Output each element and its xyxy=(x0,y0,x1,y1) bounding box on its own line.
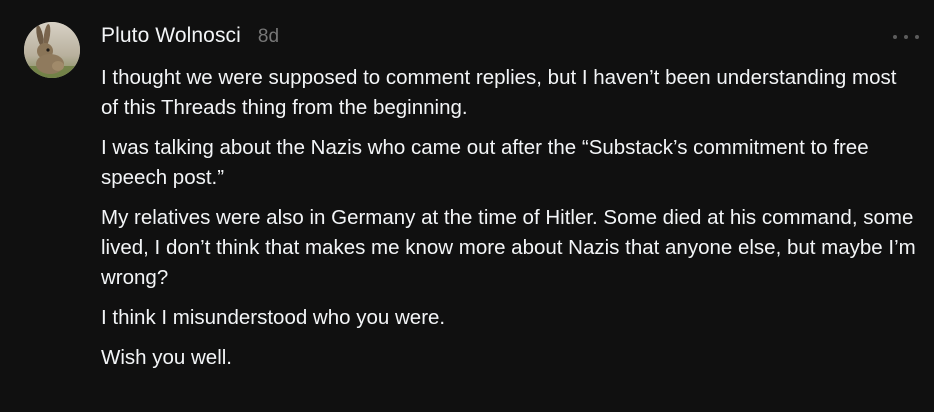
comment-paragraph: I thought we were supposed to comment re… xyxy=(101,66,897,119)
more-horizontal-icon xyxy=(904,35,908,39)
more-horizontal-icon xyxy=(915,35,919,39)
comment-paragraph: I was talking about the Nazis who came o… xyxy=(101,136,869,189)
more-horizontal-icon xyxy=(893,35,897,39)
comment-header: Pluto Wolnosci 8d xyxy=(101,24,279,56)
avatar[interactable] xyxy=(24,22,80,78)
comment-paragraph: Wish you well. xyxy=(101,346,233,369)
hare-photo-avatar-icon xyxy=(24,22,80,78)
timestamp[interactable]: 8d xyxy=(258,26,279,48)
comment-paragraph: I think I misunderstood who you were. xyxy=(101,306,446,329)
author-username[interactable]: Pluto Wolnosci xyxy=(101,24,241,48)
comment: Pluto Wolnosci 8d I thought we were supp… xyxy=(0,0,934,412)
comment-body: I thought we were supposed to comment re… xyxy=(101,63,916,383)
more-options-button[interactable] xyxy=(893,30,919,44)
comment-paragraph: My relatives were also in Germany at the… xyxy=(101,206,916,289)
